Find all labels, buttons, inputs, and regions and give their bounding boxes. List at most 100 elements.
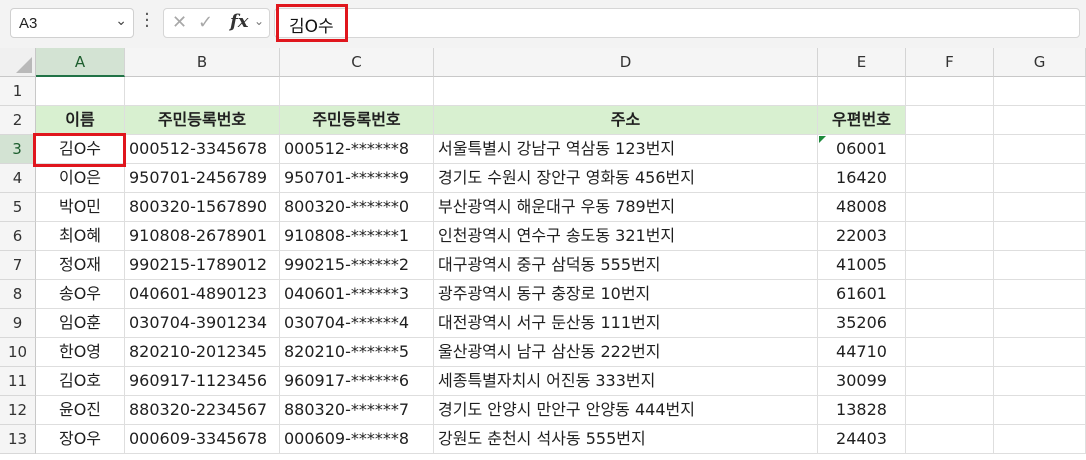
cell[interactable] xyxy=(994,367,1086,396)
name-cell[interactable]: 정O재 xyxy=(36,251,125,280)
chevron-down-icon[interactable]: ⌄ xyxy=(115,13,127,29)
formula-input[interactable]: 김O수 xyxy=(274,8,1080,38)
id-cell[interactable]: 960917-1123456 xyxy=(125,367,280,396)
id-cell[interactable]: 000609-******8 xyxy=(280,425,434,454)
cell[interactable] xyxy=(906,309,994,338)
name-cell[interactable]: 최O혜 xyxy=(36,222,125,251)
cell[interactable] xyxy=(906,338,994,367)
cell[interactable] xyxy=(994,77,1086,106)
cell[interactable] xyxy=(994,309,1086,338)
id-cell[interactable]: 040601-4890123 xyxy=(125,280,280,309)
address-cell[interactable]: 광주광역시 동구 충장로 10번지 xyxy=(434,280,818,309)
more-options-icon[interactable]: · · · xyxy=(143,6,151,36)
address-cell[interactable]: 인천광역시 연수구 송도동 321번지 xyxy=(434,222,818,251)
cell[interactable] xyxy=(906,222,994,251)
cell[interactable] xyxy=(906,251,994,280)
cell[interactable] xyxy=(906,280,994,309)
row-header-9[interactable]: 9 xyxy=(0,309,36,338)
id-cell[interactable]: 030704-3901234 xyxy=(125,309,280,338)
id-cell[interactable]: 040601-******3 xyxy=(280,280,434,309)
cell[interactable] xyxy=(994,280,1086,309)
id-cell[interactable]: 800320-******0 xyxy=(280,193,434,222)
zip-cell[interactable]: 30099 xyxy=(818,367,906,396)
table-header-cell[interactable]: 주민등록번호 xyxy=(125,106,280,135)
name-cell[interactable]: 한O영 xyxy=(36,338,125,367)
table-header-cell[interactable]: 주소 xyxy=(434,106,818,135)
address-cell[interactable]: 강원도 춘천시 석사동 555번지 xyxy=(434,425,818,454)
id-cell[interactable]: 030704-******4 xyxy=(280,309,434,338)
cell[interactable] xyxy=(906,396,994,425)
zip-cell[interactable]: 61601 xyxy=(818,280,906,309)
row-header-8[interactable]: 8 xyxy=(0,280,36,309)
zip-cell[interactable]: 06001 xyxy=(818,135,906,164)
id-cell[interactable]: 880320-2234567 xyxy=(125,396,280,425)
cancel-icon[interactable]: ✕ xyxy=(172,12,187,33)
column-header-c[interactable]: C xyxy=(280,48,434,77)
insert-function-button[interactable]: fx xyxy=(230,11,248,32)
row-header-10[interactable]: 10 xyxy=(0,338,36,367)
cell[interactable] xyxy=(906,77,994,106)
error-indicator-icon[interactable] xyxy=(819,136,826,143)
cell[interactable] xyxy=(906,367,994,396)
zip-cell[interactable]: 35206 xyxy=(818,309,906,338)
name-cell[interactable]: 윤O진 xyxy=(36,396,125,425)
id-cell[interactable]: 910808-******1 xyxy=(280,222,434,251)
name-cell[interactable]: 장O우 xyxy=(36,425,125,454)
row-header-3[interactable]: 3 xyxy=(0,135,36,164)
id-cell[interactable]: 880320-******7 xyxy=(280,396,434,425)
id-cell[interactable]: 000609-3345678 xyxy=(125,425,280,454)
row-header-13[interactable]: 13 xyxy=(0,425,36,454)
name-box[interactable]: A3 ⌄ xyxy=(10,8,134,38)
cell[interactable] xyxy=(906,425,994,454)
chevron-down-icon[interactable]: ⌄ xyxy=(254,14,264,28)
row-header-1[interactable]: 1 xyxy=(0,77,36,106)
name-cell[interactable]: 이O은 xyxy=(36,164,125,193)
name-cell[interactable]: 임O훈 xyxy=(36,309,125,338)
column-header-b[interactable]: B xyxy=(125,48,280,77)
address-cell[interactable]: 대구광역시 중구 삼덕동 555번지 xyxy=(434,251,818,280)
cell[interactable] xyxy=(280,77,434,106)
name-cell[interactable]: 김O호 xyxy=(36,367,125,396)
address-cell[interactable]: 서울특별시 강남구 역삼동 123번지 xyxy=(434,135,818,164)
column-header-a[interactable]: A xyxy=(36,48,125,77)
id-cell[interactable]: 960917-******6 xyxy=(280,367,434,396)
id-cell[interactable]: 800320-1567890 xyxy=(125,193,280,222)
enter-check-icon[interactable]: ✓ xyxy=(198,12,213,33)
address-cell[interactable]: 경기도 안양시 만안구 안양동 444번지 xyxy=(434,396,818,425)
id-cell[interactable]: 820210-2012345 xyxy=(125,338,280,367)
row-header-12[interactable]: 12 xyxy=(0,396,36,425)
row-header-11[interactable]: 11 xyxy=(0,367,36,396)
id-cell[interactable]: 990215-******2 xyxy=(280,251,434,280)
table-header-cell[interactable]: 우편번호 xyxy=(818,106,906,135)
zip-cell[interactable]: 48008 xyxy=(818,193,906,222)
cell[interactable] xyxy=(434,77,818,106)
column-header-f[interactable]: F xyxy=(906,48,994,77)
name-cell[interactable]: 송O우 xyxy=(36,280,125,309)
cell[interactable] xyxy=(994,164,1086,193)
table-header-cell[interactable]: 이름 xyxy=(36,106,125,135)
row-header-5[interactable]: 5 xyxy=(0,193,36,222)
cell[interactable] xyxy=(994,222,1086,251)
id-cell[interactable]: 820210-******5 xyxy=(280,338,434,367)
name-cell[interactable]: 박O민 xyxy=(36,193,125,222)
column-header-g[interactable]: G xyxy=(994,48,1086,77)
id-cell[interactable]: 000512-3345678 xyxy=(125,135,280,164)
table-header-cell[interactable]: 주민등록번호 xyxy=(280,106,434,135)
zip-cell[interactable]: 16420 xyxy=(818,164,906,193)
zip-cell[interactable]: 13828 xyxy=(818,396,906,425)
row-header-2[interactable]: 2 xyxy=(0,106,36,135)
cell[interactable] xyxy=(906,106,994,135)
cell[interactable] xyxy=(906,193,994,222)
column-header-d[interactable]: D xyxy=(434,48,818,77)
cell[interactable] xyxy=(994,425,1086,454)
address-cell[interactable]: 울산광역시 남구 삼산동 222번지 xyxy=(434,338,818,367)
zip-cell[interactable]: 41005 xyxy=(818,251,906,280)
address-cell[interactable]: 대전광역시 서구 둔산동 111번지 xyxy=(434,309,818,338)
cell[interactable] xyxy=(125,77,280,106)
id-cell[interactable]: 990215-1789012 xyxy=(125,251,280,280)
cell[interactable] xyxy=(36,77,125,106)
cell[interactable] xyxy=(906,135,994,164)
cell[interactable] xyxy=(994,193,1086,222)
id-cell[interactable]: 950701-2456789 xyxy=(125,164,280,193)
row-header-6[interactable]: 6 xyxy=(0,222,36,251)
